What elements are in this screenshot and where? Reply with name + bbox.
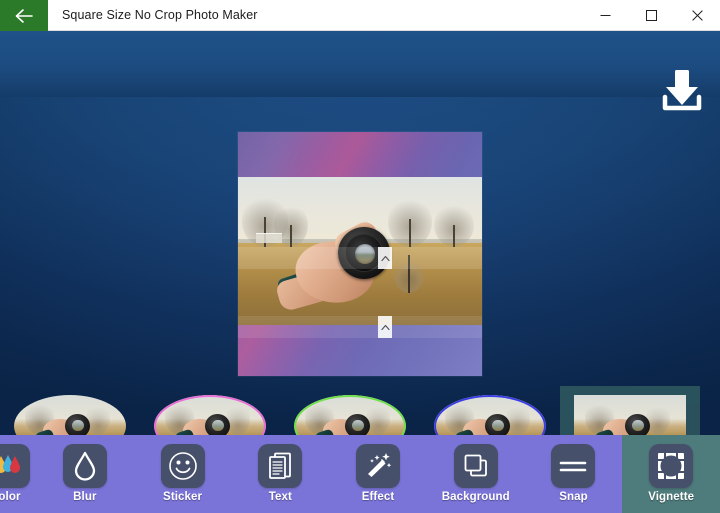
close-button[interactable] — [674, 0, 720, 30]
tool-label: Vignette — [648, 491, 695, 503]
document-text-icon — [258, 444, 303, 488]
thumb-photo — [14, 395, 126, 435]
water-drop-glyph — [74, 451, 96, 481]
color-drops-icon — [0, 444, 30, 488]
tool-color[interactable]: Color — [0, 435, 36, 513]
title-bar: Square Size No Crop Photo Maker — [0, 0, 720, 31]
vignette-preset-5[interactable] — [560, 386, 700, 435]
header-band — [0, 31, 720, 97]
thumb-image — [294, 395, 406, 435]
tool-label: Color — [0, 491, 21, 503]
top-drag-handle[interactable] — [378, 247, 392, 269]
thumb-image — [434, 395, 546, 435]
thumb-image — [14, 395, 126, 435]
vignette-icon — [649, 444, 694, 488]
layers-glyph — [464, 454, 487, 477]
vignette-preset-1[interactable] — [0, 386, 140, 435]
minimize-button[interactable] — [582, 0, 628, 30]
tool-blur[interactable]: Blur — [36, 435, 134, 513]
magic-wand-icon — [356, 444, 401, 488]
thumb-image — [154, 395, 266, 435]
thumb-photo — [574, 395, 686, 435]
thumb-hand — [173, 412, 231, 435]
smiley-face-icon — [160, 444, 205, 488]
app-window: Square Size No Crop Photo Maker olor Blu… — [0, 0, 720, 513]
canvas-photo — [238, 177, 482, 325]
download-button[interactable] — [658, 67, 706, 113]
chevron-up-icon — [380, 324, 390, 330]
vignette-preset-strip: PK 痞客邦 step.com — [0, 386, 720, 435]
maximize-button[interactable] — [628, 0, 674, 30]
tool-sticker[interactable]: Sticker — [134, 435, 232, 513]
tool-background[interactable]: Background — [427, 435, 525, 513]
smiley-face-glyph — [168, 452, 197, 480]
building — [256, 233, 282, 243]
vignette-preset-4[interactable] — [420, 386, 560, 435]
thumb-photo — [434, 395, 546, 435]
equals-lines-icon — [551, 444, 596, 488]
vignette-glyph — [658, 453, 685, 479]
thumb-hand — [33, 412, 91, 435]
tool-text[interactable]: Text — [231, 435, 329, 513]
thumb-image — [574, 395, 686, 435]
tool-label: Text — [268, 491, 292, 503]
minimize-icon — [600, 14, 610, 16]
chevron-up-icon — [380, 255, 390, 261]
photo-canvas[interactable] — [238, 132, 482, 376]
thumb-photo — [294, 395, 406, 435]
vignette-preset-3[interactable] — [280, 386, 420, 435]
vignette-preset-2[interactable] — [140, 386, 280, 435]
back-arrow-icon — [15, 8, 33, 23]
close-icon — [691, 9, 703, 21]
editor-stage: PK 痞客邦 step.com — [0, 31, 720, 435]
maximize-icon — [645, 9, 657, 21]
thumb-photo — [154, 395, 266, 435]
thumb-hand — [453, 412, 511, 435]
window-controls — [582, 0, 720, 30]
layers-icon — [453, 444, 498, 488]
tool-vignette[interactable]: Vignette — [622, 435, 720, 513]
thumb-hand — [313, 412, 371, 435]
thumb-hand — [593, 412, 651, 435]
tool-label: Blur — [73, 491, 97, 503]
equals-lines-glyph — [560, 461, 587, 472]
tool-label: Effect — [361, 491, 395, 503]
document-text-glyph — [269, 452, 292, 479]
back-button[interactable] — [0, 0, 48, 31]
bottom-drag-handle[interactable] — [378, 316, 392, 338]
tool-label: Background — [441, 491, 510, 503]
tool-label: Snap — [559, 491, 588, 503]
tool-label: Sticker — [163, 491, 203, 503]
tool-effect[interactable]: Effect — [329, 435, 427, 513]
lens-glass — [355, 244, 375, 264]
bottom-toolbar: Color Blur Sticker — [0, 435, 720, 513]
water-drop-icon — [62, 444, 107, 488]
tool-snap[interactable]: Snap — [525, 435, 623, 513]
color-drops-glyph — [0, 455, 20, 473]
window-title: Square Size No Crop Photo Maker — [62, 8, 258, 22]
download-icon — [662, 70, 702, 111]
magic-wand-glyph — [368, 453, 392, 477]
